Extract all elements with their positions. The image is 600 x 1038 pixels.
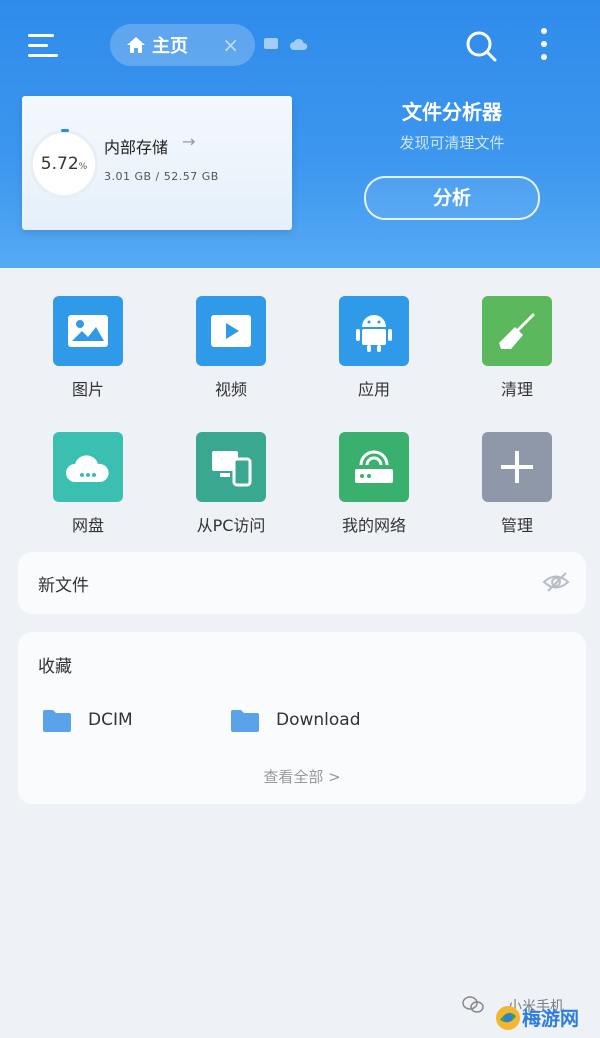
storage-percent: 5.72 [40, 154, 79, 174]
storage-title: 内部存储 [104, 138, 169, 157]
search-icon[interactable] [465, 30, 497, 62]
broom-icon [482, 296, 552, 366]
header: 主页 × 5.72 % 内部存储 → 3.01 GB / 52.57 GB 文件… [0, 0, 600, 268]
internal-storage-card[interactable]: 5.72 % 内部存储 → 3.01 GB / 52.57 GB [22, 96, 292, 230]
favorite-item-dcim[interactable]: DCIM [42, 706, 133, 734]
new-files-title: 新文件 [38, 576, 89, 596]
grid-item-label: 从PC访问 [196, 516, 266, 535]
favorite-label: Download [276, 710, 361, 730]
grid-item-label: 视频 [214, 380, 247, 399]
close-tab-icon[interactable]: × [222, 33, 239, 57]
android-icon [339, 296, 409, 366]
file-analyzer-title: 文件分析器 [402, 100, 502, 124]
menu-icon[interactable] [28, 32, 60, 60]
new-files-card[interactable]: 新文件 [18, 552, 586, 614]
view-all-link[interactable]: 查看全部 > [18, 766, 586, 787]
home-icon [127, 37, 145, 53]
grid-item-videos[interactable]: 视频 [161, 296, 301, 400]
tab-home-label: 主页 [152, 36, 188, 57]
storage-usage-ring: 5.72 % [30, 129, 98, 198]
cloud-icon[interactable] [290, 37, 308, 51]
more-options-icon[interactable] [538, 28, 550, 62]
grid-item-cloud-drive[interactable]: 网盘 [18, 432, 158, 536]
grid-item-pc-access[interactable]: 从PC访问 [161, 432, 301, 536]
favorite-item-download[interactable]: Download [230, 706, 361, 734]
grid-item-apps[interactable]: 应用 [304, 296, 444, 400]
analyze-button[interactable]: 分析 [364, 176, 540, 220]
arrow-right-icon: → [182, 132, 196, 151]
site-watermark-label: 梅游网 [522, 1008, 580, 1030]
grid-item-manage[interactable]: 管理 [447, 432, 587, 536]
grid-item-label: 图片 [71, 380, 104, 399]
top-bar: 主页 × [0, 0, 600, 90]
cloud-drive-icon [53, 432, 123, 502]
plus-icon [482, 432, 552, 502]
folder-icon [231, 710, 259, 732]
favorites-card: 收藏 DCIM Download 查看全部 > [18, 632, 586, 804]
grid-item-clean[interactable]: 清理 [447, 296, 587, 400]
folder-icon [43, 710, 71, 732]
image-icon [53, 296, 123, 366]
site-logo-icon [496, 1006, 520, 1030]
eye-hidden-icon[interactable] [542, 571, 570, 593]
message-icon[interactable] [264, 38, 278, 49]
grid-item-label: 管理 [500, 516, 533, 535]
storage-percent-sign: % [78, 162, 88, 172]
grid-item-label: 我的网络 [341, 516, 406, 535]
storage-size: 3.01 GB / 52.57 GB [104, 170, 219, 183]
grid-item-label: 清理 [500, 380, 533, 399]
video-icon [196, 296, 266, 366]
grid-item-label: 应用 [357, 380, 390, 399]
router-icon [339, 432, 409, 502]
favorite-label: DCIM [88, 710, 133, 730]
grid-item-images[interactable]: 图片 [18, 296, 158, 400]
tab-home[interactable]: 主页 × [110, 24, 255, 66]
file-analyzer-subtitle: 发现可清理文件 [399, 134, 505, 152]
wechat-icon [462, 996, 484, 1013]
grid-item-my-network[interactable]: 我的网络 [304, 432, 444, 536]
grid-item-label: 网盘 [71, 516, 104, 535]
pc-access-icon [196, 432, 266, 502]
favorites-title: 收藏 [38, 657, 72, 677]
